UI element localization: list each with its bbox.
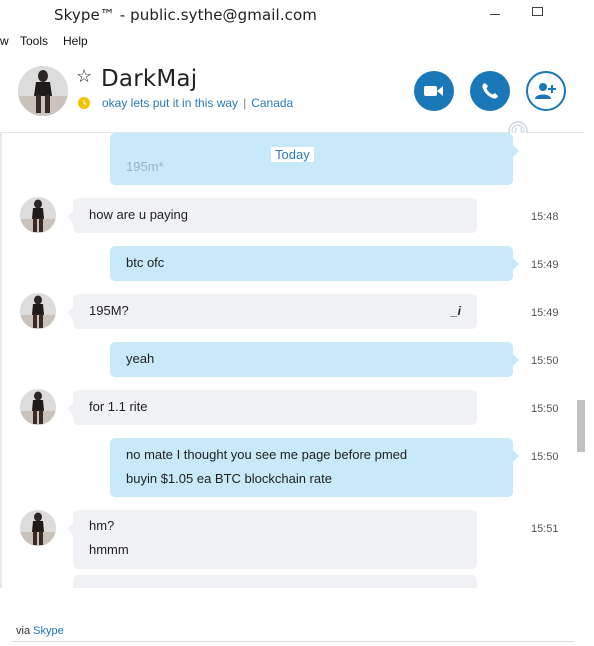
message-line: buyin $1.05 ea BTC blockchain rate	[126, 471, 332, 486]
title-bar: Skype™ - public.sythe@gmail.com	[0, 0, 594, 33]
menu-tools[interactable]: Tools	[20, 34, 48, 48]
menu-view[interactable]: w	[0, 34, 9, 48]
scrollbar-thumb[interactable]	[577, 400, 585, 452]
message-bubble-outgoing[interactable]: no mate I thought you see me page before…	[110, 438, 519, 497]
message-line: hm?	[89, 518, 115, 533]
footer	[0, 588, 594, 646]
message-time: 15:51	[531, 523, 559, 535]
message-bubble-outgoing[interactable]: yeah	[110, 342, 519, 377]
clock-icon	[78, 97, 90, 109]
minimize-icon[interactable]	[490, 14, 500, 15]
video-call-icon	[424, 86, 443, 96]
footer-divider	[12, 641, 574, 642]
message-bubble-incoming[interactable]: hm? hmmm	[67, 510, 477, 569]
message-bubble-incoming[interactable]: for 1.1 rite	[67, 390, 477, 425]
message-avatar[interactable]	[20, 389, 56, 425]
message-time: 15:49	[531, 259, 559, 271]
avatar-image	[20, 293, 56, 329]
partial-message-text: 195m*	[126, 159, 164, 174]
message-line: hmmm	[89, 542, 129, 557]
message-avatar[interactable]	[20, 510, 56, 546]
window-left-edge	[0, 133, 2, 628]
phone-icon	[482, 83, 498, 99]
contact-name: DarkMaj	[101, 66, 198, 92]
message-text: 195M?	[89, 303, 129, 318]
video-call-button[interactable]	[414, 71, 454, 111]
message-time: 15:50	[531, 403, 559, 415]
message-bubble-incoming[interactable]: 195M?	[67, 294, 477, 329]
via-text: via	[16, 625, 31, 637]
partial-message	[67, 575, 477, 600]
add-contact-button[interactable]	[526, 71, 566, 111]
avatar-image	[20, 197, 56, 233]
contact-avatar[interactable]	[18, 66, 68, 116]
message-bubble-incoming[interactable]: how are u paying	[67, 198, 477, 233]
message-time: 15:50	[531, 355, 559, 367]
skype-link[interactable]: Skype	[33, 625, 64, 637]
edited-icon: _i	[451, 304, 462, 318]
message-time: 15:50	[531, 451, 559, 463]
message-time: 15:49	[531, 307, 559, 319]
message-time: 15:48	[531, 211, 559, 223]
avatar-image	[18, 66, 68, 116]
favorite-star-icon[interactable]: ☆	[76, 66, 92, 86]
contact-location: Canada	[251, 96, 294, 110]
message-avatar[interactable]	[20, 197, 56, 233]
via-label: via Skype	[16, 625, 64, 637]
mood-row: okay lets put it in this way | Canada	[102, 96, 293, 110]
menu-help[interactable]: Help	[63, 34, 88, 48]
mood-message: okay lets put it in this way	[102, 96, 239, 110]
message-text: how are u paying	[89, 207, 189, 222]
avatar-image	[20, 510, 56, 546]
menu-bar: w Tools Help	[0, 32, 594, 52]
message-text: yeah	[126, 351, 155, 366]
message-line: no mate I thought you see me page before…	[126, 447, 408, 462]
window-title: Skype™ - public.sythe@gmail.com	[54, 6, 318, 24]
maximize-icon[interactable]	[532, 7, 543, 16]
message-text: btc ofc	[126, 255, 165, 270]
avatar-image	[20, 389, 56, 425]
message-avatar[interactable]	[20, 293, 56, 329]
date-divider: Today	[271, 147, 314, 162]
message-bubble-outgoing[interactable]: btc ofc	[110, 246, 519, 281]
call-button[interactable]	[470, 71, 510, 111]
message-text: for 1.1 rite	[89, 399, 148, 414]
add-contact-icon	[535, 83, 556, 99]
mood-separator: |	[243, 96, 247, 110]
